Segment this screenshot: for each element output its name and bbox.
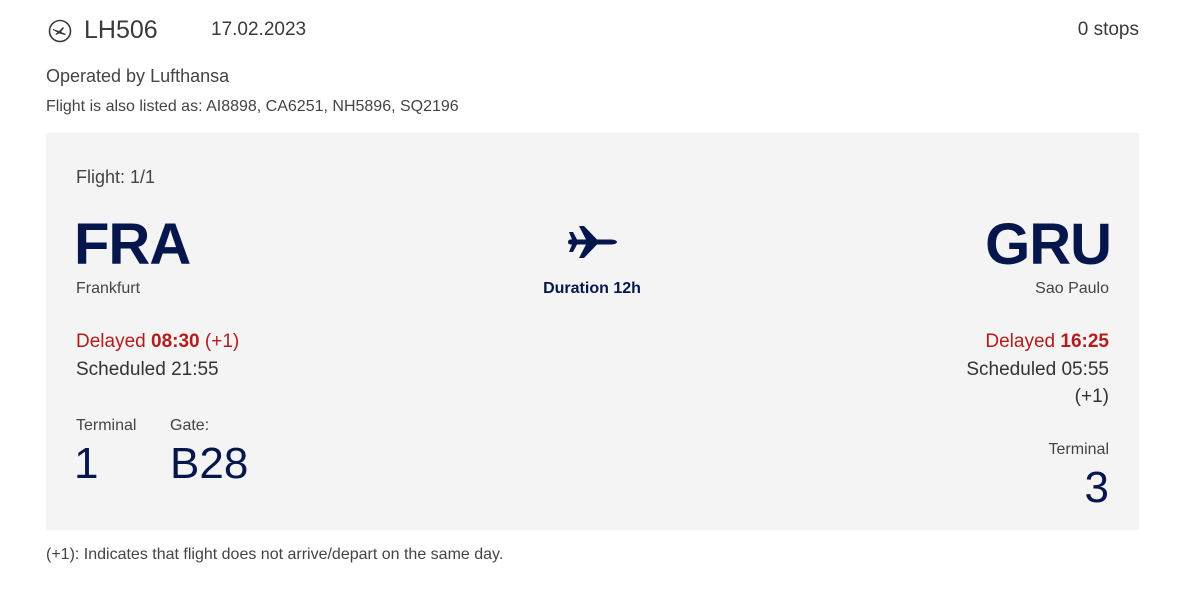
operated-by: Operated by Lufthansa: [46, 66, 230, 86]
arrival-delayed-label: Delayed: [985, 331, 1056, 352]
flight-status-page: LH506 17.02.2023 0 stops Operated by Luf…: [0, 0, 1197, 592]
departure-terminal: 1: [74, 439, 99, 488]
flight-duration: Duration 12h: [543, 280, 641, 297]
departure-gate: B28: [170, 439, 249, 488]
departure-gate-label: Gate:: [170, 417, 210, 434]
departure-delayed-time: 08:30: [151, 331, 200, 352]
codeshare-list: Flight is also listed as: AI8898, CA6251…: [46, 98, 459, 115]
flight-count: Flight: 1/1: [76, 167, 156, 187]
airplane-icon: [568, 226, 617, 258]
departure-terminal-label: Terminal: [76, 417, 137, 434]
arrival-terminal-label: Terminal: [1048, 441, 1109, 458]
arrival-scheduled-plus: (+1): [1074, 386, 1109, 407]
arrival-city: Sao Paulo: [1035, 280, 1109, 297]
flight-number: LH506: [84, 16, 158, 44]
flight-date: 17.02.2023: [211, 19, 307, 40]
arrival-scheduled: Scheduled 05:55: [966, 359, 1109, 380]
arrival-delayed: Delayed 16:25: [985, 331, 1109, 353]
departure-scheduled: Scheduled 21:55: [76, 359, 219, 380]
stops-count: 0 stops: [1077, 19, 1139, 40]
departure-delayed: Delayed 08:30 (+1): [76, 331, 239, 353]
departure-city: Frankfurt: [76, 280, 141, 297]
arrival-terminal: 3: [1084, 463, 1109, 512]
arrival-airport-code: GRU: [985, 212, 1112, 277]
lufthansa-crane-icon: [48, 19, 72, 43]
footnote: (+1): Indicates that flight does not arr…: [46, 546, 504, 563]
departure-airport-code: FRA: [74, 212, 191, 277]
flight-segment-card: Flight: 1/1 FRA GRU Frankfurt Sao Paulo …: [46, 133, 1139, 530]
departure-delayed-label: Delayed: [76, 331, 146, 352]
flight-header: LH506 17.02.2023 0 stops: [46, 16, 1139, 46]
departure-delayed-plus: (+1): [204, 331, 240, 352]
arrival-delayed-time: 16:25: [1060, 331, 1109, 352]
